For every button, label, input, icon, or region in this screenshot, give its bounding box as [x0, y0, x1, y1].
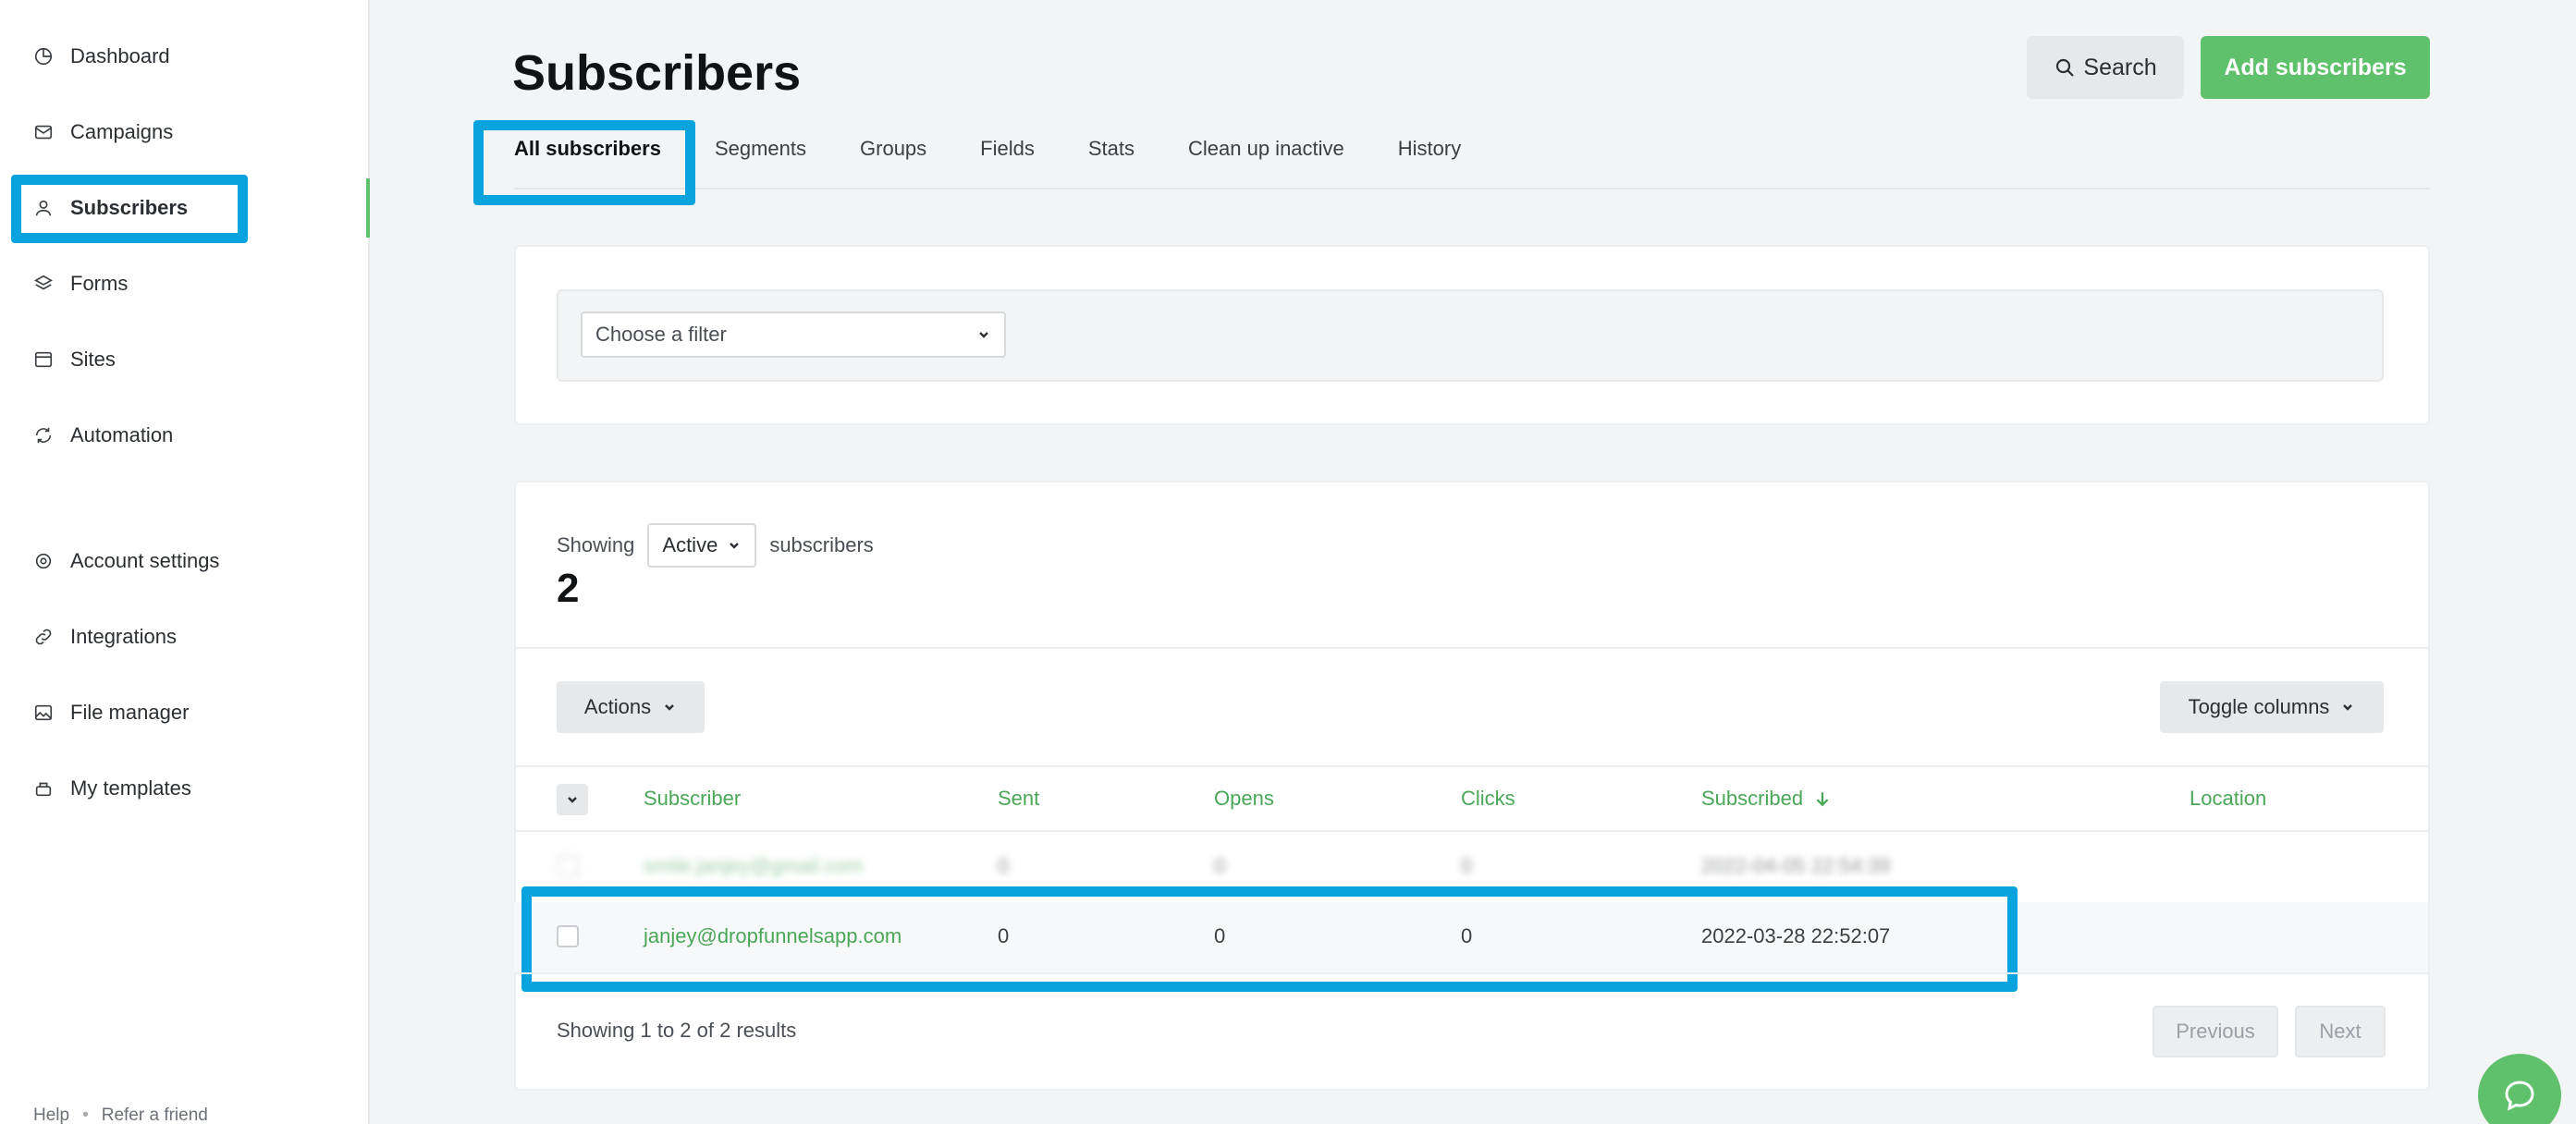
refresh-icon — [33, 425, 54, 446]
next-page-button[interactable]: Next — [2295, 1006, 2386, 1057]
dashboard-icon — [33, 46, 54, 67]
column-header-subscribed[interactable]: Subscribed — [1701, 787, 1831, 811]
chevron-down-icon — [730, 543, 740, 549]
gear-icon — [33, 551, 54, 571]
sidebar-item-label: Dashboard — [70, 44, 170, 67]
column-header-sent[interactable]: Sent — [998, 787, 1039, 811]
search-button-label: Search — [2083, 54, 2157, 80]
subscribed-date: 2022-04-05 22:54:39 — [1701, 854, 1891, 877]
actions-button-label: Actions — [583, 695, 652, 718]
chevron-down-icon — [2343, 704, 2353, 711]
tabs-divider — [514, 188, 2430, 189]
column-header-subscriber[interactable]: Subscriber — [644, 787, 741, 811]
sidebar-item-label: My templates — [70, 776, 191, 800]
divider — [514, 972, 2428, 974]
subscriber-count: 2 — [557, 566, 580, 611]
template-icon — [33, 778, 54, 799]
layers-icon — [33, 274, 54, 294]
search-button[interactable]: Search — [2027, 36, 2184, 99]
sidebar-item-label: Integrations — [70, 625, 177, 648]
help-link[interactable]: Help — [33, 1106, 69, 1124]
divider — [514, 647, 2428, 649]
browser-icon — [33, 349, 54, 370]
showing-label: Showing — [557, 533, 635, 556]
tab-groups[interactable]: Groups — [860, 137, 926, 161]
column-header-opens[interactable]: Opens — [1214, 787, 1274, 811]
results-summary: Showing 1 to 2 of 2 results — [557, 1019, 797, 1042]
filter-select-placeholder: Choose a filter — [595, 323, 727, 346]
sidebar-item-sites[interactable]: Sites — [33, 341, 116, 378]
separator-dot: • — [82, 1106, 89, 1124]
sidebar-item-label: Sites — [70, 348, 116, 371]
tab-clean-up-inactive[interactable]: Clean up inactive — [1188, 137, 1344, 161]
sidebar-item-forms[interactable]: Forms — [33, 265, 128, 302]
subscribers-card — [514, 481, 2430, 1091]
highlight-box-subscriber-row — [521, 886, 2018, 992]
sidebar-item-my-templates[interactable]: My templates — [33, 770, 191, 807]
sidebar-item-automation[interactable]: Automation — [33, 417, 173, 454]
tab-history[interactable]: History — [1398, 137, 1461, 161]
divider — [514, 765, 2428, 767]
select-all-checkbox[interactable] — [557, 784, 588, 815]
active-nav-indicator — [366, 178, 370, 238]
highlight-box-subscribers — [11, 175, 248, 243]
sidebar-item-campaigns[interactable]: Campaigns — [33, 114, 173, 151]
clicks-count: 0 — [1461, 854, 1473, 877]
tab-stats[interactable]: Stats — [1088, 137, 1135, 161]
showing-suffix: subscribers — [769, 533, 874, 556]
chevron-down-icon — [568, 797, 577, 803]
sidebar-item-integrations[interactable]: Integrations — [33, 618, 177, 655]
column-header-clicks[interactable]: Clicks — [1461, 787, 1515, 811]
sidebar-item-label: Automation — [70, 423, 174, 446]
toggle-columns-button[interactable]: Toggle columns — [2160, 681, 2384, 733]
chat-bubble-icon — [2505, 1081, 2534, 1111]
page-title: Subscribers — [512, 45, 802, 101]
sidebar-item-file-manager[interactable]: File manager — [33, 694, 189, 731]
chevron-down-icon — [665, 704, 674, 711]
sort-down-arrow-icon — [1816, 792, 1829, 807]
tab-segments[interactable]: Segments — [715, 137, 806, 161]
chat-help-button[interactable] — [2478, 1054, 2561, 1124]
highlight-box-all-subscribers-tab — [473, 120, 695, 205]
chevron-down-icon — [979, 332, 988, 338]
add-subscribers-button[interactable]: Add subscribers — [2201, 36, 2430, 99]
toggle-columns-label: Toggle columns — [2188, 695, 2330, 718]
status-select-value: Active — [662, 533, 718, 556]
filter-select[interactable]: Choose a filter — [581, 312, 1006, 358]
sidebar-item-label: Account settings — [70, 549, 220, 572]
sidebar-item-account-settings[interactable]: Account settings — [33, 543, 219, 580]
column-header-location[interactable]: Location — [2190, 787, 2266, 811]
subscriber-email[interactable]: smile.janjey@gmail.com — [644, 854, 864, 878]
sidebar-footer: Help • Refer a friend — [33, 1106, 208, 1124]
sidebar-item-label: Forms — [70, 272, 129, 295]
sidebar-item-label: File manager — [70, 701, 190, 724]
row-checkbox[interactable] — [557, 855, 579, 877]
search-icon — [2056, 58, 2075, 77]
tab-fields[interactable]: Fields — [980, 137, 1035, 161]
divider — [514, 830, 2428, 832]
previous-page-button[interactable]: Previous — [2153, 1006, 2278, 1057]
sidebar-item-label: Campaigns — [70, 120, 174, 143]
sidebar-item-dashboard[interactable]: Dashboard — [33, 38, 170, 75]
sent-count: 0 — [998, 854, 1010, 877]
refer-friend-link[interactable]: Refer a friend — [102, 1106, 208, 1124]
link-icon — [33, 627, 54, 647]
opens-count: 0 — [1214, 854, 1226, 877]
image-icon — [33, 702, 54, 723]
actions-button[interactable]: Actions — [557, 681, 705, 733]
mail-icon — [33, 122, 54, 142]
sidebar: Dashboard Campaigns Subscribers Forms Si… — [0, 0, 370, 1124]
status-select[interactable]: Active — [647, 523, 757, 568]
showing-status: Showing Active subscribers — [557, 523, 874, 568]
column-header-subscribed-label: Subscribed — [1701, 787, 1804, 810]
